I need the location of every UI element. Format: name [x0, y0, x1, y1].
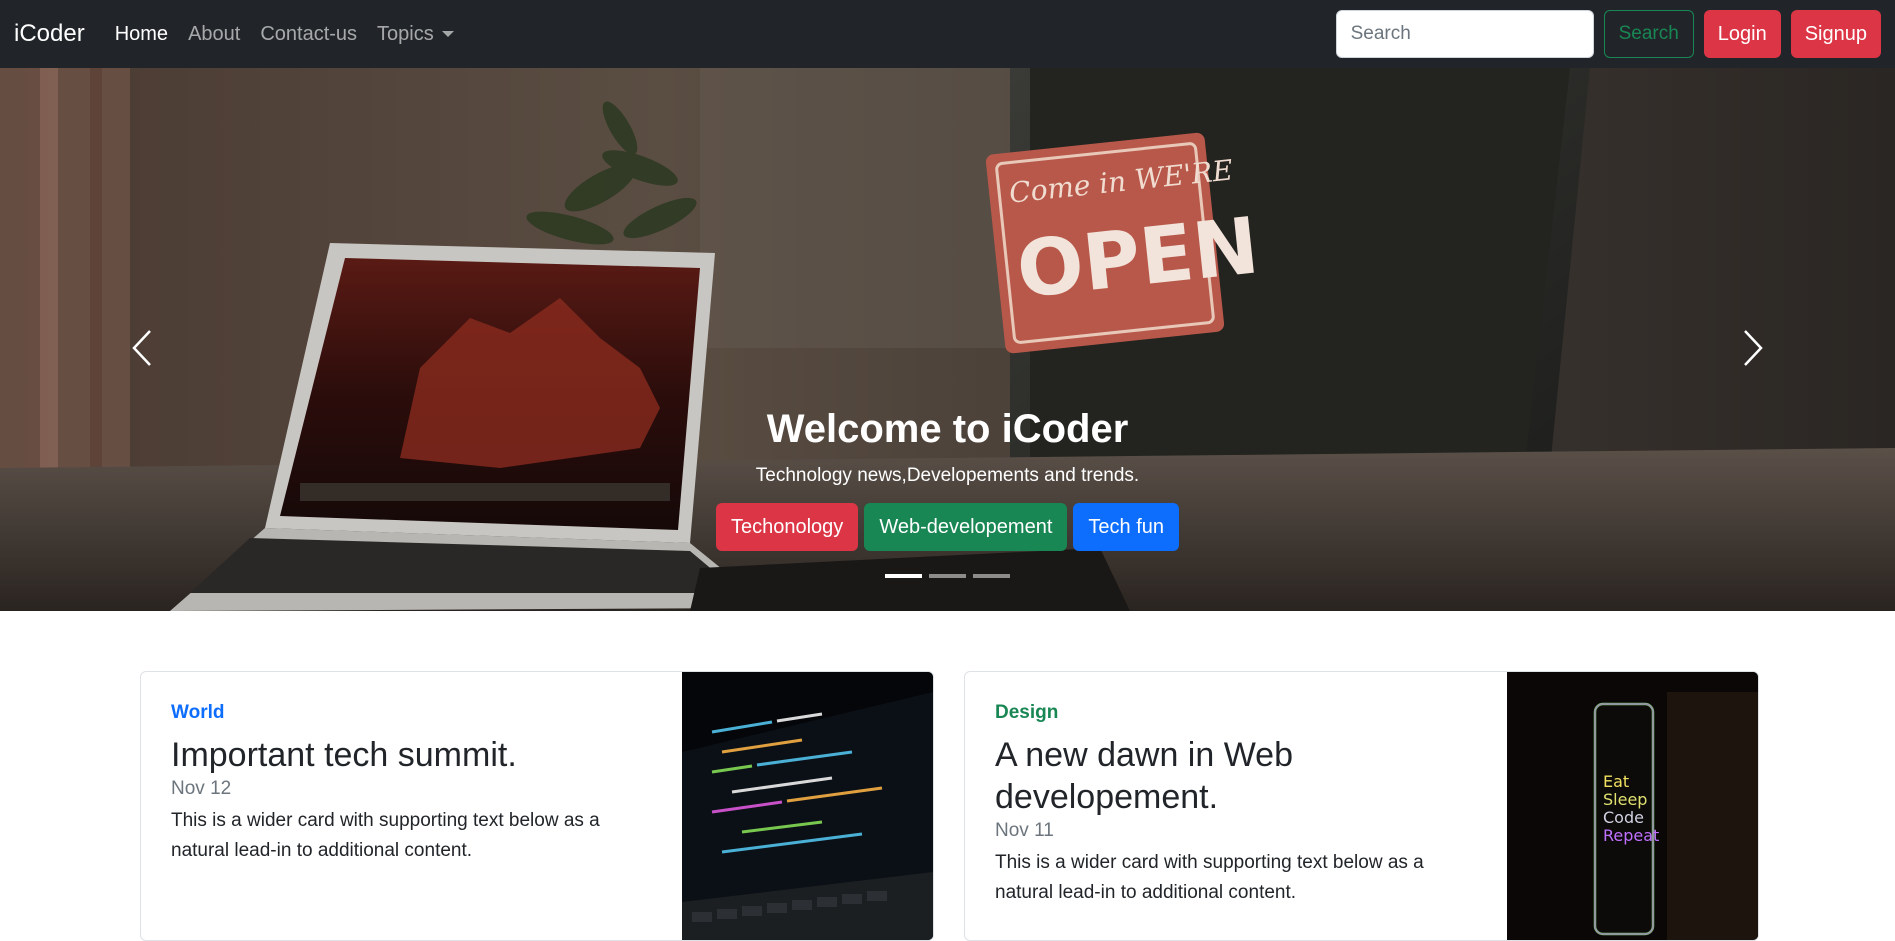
carousel-indicators: [0, 574, 1895, 578]
signup-button[interactable]: Signup: [1790, 10, 1881, 58]
carousel-title: Welcome to iCoder: [766, 407, 1129, 451]
code-laptop-image: [682, 672, 933, 940]
neon-phone-image: Eat Sleep Code Repeat: [1507, 672, 1758, 940]
article-card-body: Design A new dawn in Web developement. N…: [965, 672, 1509, 938]
carousel-subtitle: Technology news,Developements and trends…: [755, 465, 1140, 486]
article-text: This is a wider card with supporting tex…: [995, 852, 1424, 903]
neon-text-eat: Eat: [1603, 772, 1629, 791]
article-category[interactable]: World: [171, 702, 653, 724]
article-date: Nov 12: [171, 778, 232, 799]
article-card: Design A new dawn in Web developement. N…: [964, 671, 1759, 941]
hero-carousel: Come in WE'RE OPEN Welcome to iCoder Tec…: [0, 68, 1895, 611]
nav-search-area: Search Login Signup: [1335, 10, 1881, 58]
carousel-next-button[interactable]: [1733, 318, 1773, 378]
chevron-right-icon: [1744, 330, 1763, 366]
carousel-topic-buttons: Techonology Web-developement Tech fun: [0, 503, 1895, 551]
chevron-left-icon: [132, 330, 151, 366]
article-category[interactable]: Design: [995, 702, 1479, 724]
article-card-body: World Important tech summit. Nov 12 This…: [141, 672, 683, 896]
nav-link-about[interactable]: About: [188, 23, 240, 46]
article-title: Important tech summit.: [171, 736, 517, 774]
carousel-indicator-1[interactable]: [885, 574, 922, 578]
search-input[interactable]: [1335, 10, 1594, 58]
article-card: World Important tech summit. Nov 12 This…: [140, 671, 934, 941]
nav-link-contact[interactable]: Contact-us: [260, 23, 357, 46]
article-date: Nov 11: [995, 820, 1054, 841]
carousel-caption: Welcome to iCoder Technology news,Develo…: [0, 403, 1895, 551]
neon-text-repeat: Repeat: [1603, 826, 1659, 845]
login-button[interactable]: Login: [1703, 10, 1781, 58]
neon-text-sleep: Sleep: [1603, 790, 1647, 809]
topic-techfun-button[interactable]: Tech fun: [1073, 503, 1179, 551]
brand-logo[interactable]: iCoder: [14, 20, 85, 48]
nav-link-home[interactable]: Home: [115, 23, 168, 46]
nav-dropdown-topics-label: Topics: [377, 22, 434, 45]
search-button[interactable]: Search: [1603, 10, 1694, 58]
caret-down-icon: [441, 31, 454, 38]
article-image-neon-phone: Eat Sleep Code Repeat: [1507, 672, 1758, 940]
neon-text-code: Code: [1603, 808, 1644, 827]
carousel-indicator-2[interactable]: [929, 574, 966, 578]
article-image-code-laptop: [682, 672, 933, 940]
carousel-prev-button[interactable]: [122, 318, 162, 378]
article-text: This is a wider card with supporting tex…: [171, 810, 600, 861]
article-title: A new dawn in Web developement.: [995, 736, 1293, 816]
carousel-indicator-3[interactable]: [973, 574, 1010, 578]
nav-dropdown-topics[interactable]: Topics: [377, 23, 454, 46]
topic-technology-button[interactable]: Techonology: [716, 503, 859, 551]
topic-webdev-button[interactable]: Web-developement: [864, 503, 1068, 551]
navbar: iCoder Home About Contact-us Topics Sear…: [0, 0, 1895, 68]
